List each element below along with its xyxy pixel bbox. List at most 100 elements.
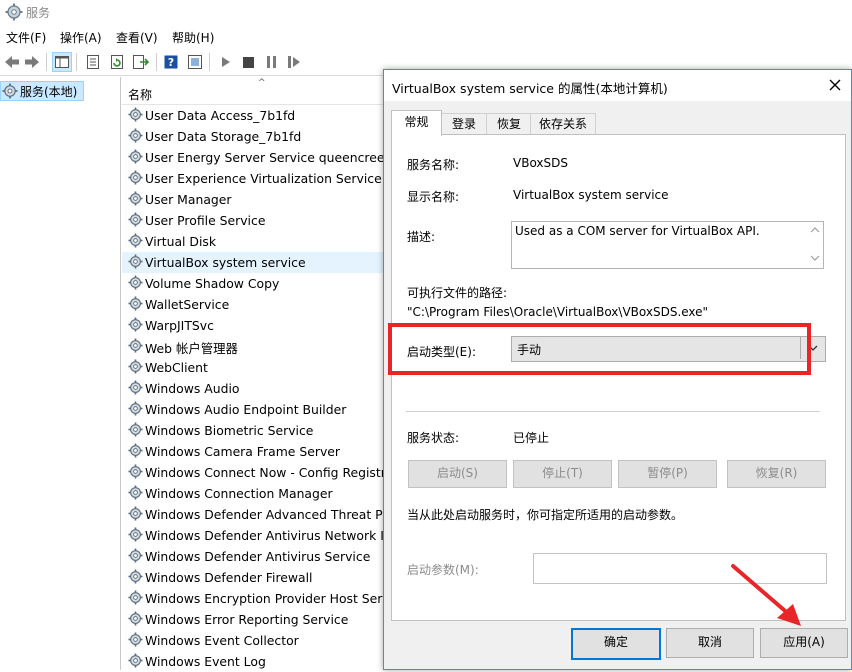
service-row[interactable]: Volume Shadow Copy bbox=[122, 273, 384, 294]
service-name: Windows Event Log bbox=[145, 654, 266, 669]
display-name-label: 显示名称: bbox=[407, 190, 460, 204]
service-row[interactable]: Windows Defender Firewall bbox=[122, 567, 384, 588]
service-gear-icon bbox=[128, 464, 143, 482]
service-row[interactable]: Windows Defender Antivirus Network Inspe… bbox=[122, 525, 384, 546]
service-gear-icon bbox=[128, 107, 143, 125]
service-row[interactable]: User Energy Server Service queencreek bbox=[122, 147, 384, 168]
service-name: Windows Audio Endpoint Builder bbox=[145, 402, 347, 417]
service-gear-icon bbox=[128, 611, 143, 629]
service-name-value: VBoxSDS bbox=[513, 156, 568, 170]
services-gear-icon bbox=[5, 3, 23, 21]
description-scrollbar[interactable] bbox=[807, 222, 823, 266]
service-row[interactable]: Windows Event Log bbox=[122, 651, 384, 672]
pause-icon[interactable] bbox=[261, 52, 281, 72]
startup-params-hint: 当从此处启动服务时，你可指定所适用的启动参数。 bbox=[407, 508, 684, 522]
menu-view[interactable]: 查看(V) bbox=[116, 29, 158, 46]
service-row[interactable]: Windows Audio Endpoint Builder bbox=[122, 399, 384, 420]
column-header-name[interactable]: ^ 名称 bbox=[122, 77, 384, 105]
service-row[interactable]: Windows Audio bbox=[122, 378, 384, 399]
service-row[interactable]: Windows Defender Antivirus Service bbox=[122, 546, 384, 567]
service-row[interactable]: Windows Error Reporting Service bbox=[122, 609, 384, 630]
service-gear-icon bbox=[128, 485, 143, 503]
panel-icon[interactable] bbox=[185, 52, 205, 72]
path-value: "C:\Program Files\Oracle\VirtualBox\VBox… bbox=[407, 305, 709, 319]
menu-action[interactable]: 操作(A) bbox=[60, 29, 102, 46]
service-row[interactable]: Windows Camera Frame Server bbox=[122, 441, 384, 462]
restart-icon[interactable] bbox=[284, 52, 304, 72]
highlight-box bbox=[388, 323, 811, 375]
service-row[interactable]: Web 帐户管理器 bbox=[122, 336, 384, 357]
service-gear-icon bbox=[128, 149, 143, 167]
service-name: Volume Shadow Copy bbox=[145, 276, 280, 291]
service-name: User Profile Service bbox=[145, 213, 266, 228]
service-row[interactable]: Windows Event Collector bbox=[122, 630, 384, 651]
service-status-value: 已停止 bbox=[513, 431, 550, 445]
tab-dependencies[interactable]: 依存关系 bbox=[530, 113, 596, 135]
dialog-title: VirtualBox system service 的属性(本地计算机) bbox=[392, 81, 668, 96]
close-icon[interactable] bbox=[825, 75, 845, 95]
service-row[interactable]: Virtual Disk bbox=[122, 231, 384, 252]
service-name: Windows Defender Advanced Threat Protect… bbox=[145, 507, 384, 522]
service-row[interactable]: WalletService bbox=[122, 294, 384, 315]
service-row[interactable]: Windows Connect Now - Config Registrar bbox=[122, 462, 384, 483]
svg-text:?: ? bbox=[168, 56, 174, 69]
cancel-button[interactable]: 取消 bbox=[666, 628, 754, 658]
service-gear-icon bbox=[128, 443, 143, 461]
menu-bar: 文件(F) 操作(A) 查看(V) 帮助(H) bbox=[0, 26, 852, 48]
service-row[interactable]: WebClient bbox=[122, 357, 384, 378]
ok-button[interactable]: 确定 bbox=[571, 628, 661, 660]
tab-general[interactable]: 常规 bbox=[391, 110, 442, 136]
service-name: WarpJITSvc bbox=[145, 318, 214, 333]
service-row[interactable]: Windows Biometric Service bbox=[122, 420, 384, 441]
window-title: 服务 bbox=[26, 6, 51, 20]
service-row[interactable]: User Experience Virtualization Service bbox=[122, 168, 384, 189]
stop-button[interactable]: 停止(T) bbox=[513, 460, 612, 488]
forward-icon[interactable] bbox=[22, 52, 42, 72]
service-name: Windows Defender Firewall bbox=[145, 570, 313, 585]
service-name: WebClient bbox=[145, 360, 208, 375]
play-icon[interactable] bbox=[216, 52, 236, 72]
service-gear-icon bbox=[128, 632, 143, 650]
service-name: Virtual Disk bbox=[145, 234, 217, 249]
service-row[interactable]: User Data Access_7b1fd bbox=[122, 105, 384, 126]
dialog-titlebar: VirtualBox system service 的属性(本地计算机) bbox=[384, 70, 851, 101]
export-icon[interactable] bbox=[131, 52, 151, 72]
show-tree-icon[interactable] bbox=[52, 52, 72, 72]
menu-file[interactable]: 文件(F) bbox=[6, 29, 46, 46]
help-icon[interactable]: ? bbox=[161, 52, 181, 72]
tab-recovery[interactable]: 恢复 bbox=[486, 113, 532, 135]
service-gear-icon bbox=[128, 359, 143, 377]
sort-ascending-icon: ^ bbox=[258, 78, 266, 88]
service-name: User Data Storage_7b1fd bbox=[145, 129, 302, 144]
description-box[interactable]: Used as a COM server for VirtualBox API. bbox=[511, 221, 824, 269]
menu-help[interactable]: 帮助(H) bbox=[172, 29, 214, 46]
service-row[interactable]: User Data Storage_7b1fd bbox=[122, 126, 384, 147]
apply-button[interactable]: 应用(A) bbox=[760, 628, 848, 658]
refresh-icon[interactable] bbox=[107, 52, 127, 72]
service-gear-icon bbox=[128, 422, 143, 440]
service-row[interactable]: WarpJITSvc bbox=[122, 315, 384, 336]
service-row[interactable]: Windows Connection Manager bbox=[122, 483, 384, 504]
service-gear-icon bbox=[128, 191, 143, 209]
resume-button[interactable]: 恢复(R) bbox=[727, 460, 826, 488]
service-row[interactable]: User Profile Service bbox=[122, 210, 384, 231]
service-row[interactable]: Windows Encryption Provider Host Service bbox=[122, 588, 384, 609]
service-gear-icon bbox=[128, 527, 143, 545]
tab-logon[interactable]: 登录 bbox=[440, 113, 488, 135]
service-row[interactable]: VirtualBox system service bbox=[122, 252, 384, 273]
service-gear-icon bbox=[128, 254, 143, 272]
stop-icon[interactable] bbox=[238, 52, 258, 72]
toolbar-separator bbox=[46, 53, 47, 71]
service-name: Windows Defender Antivirus Service bbox=[145, 549, 371, 564]
service-gear-icon bbox=[128, 653, 143, 671]
service-gear-icon bbox=[128, 296, 143, 314]
properties-icon[interactable] bbox=[83, 52, 103, 72]
pointer-arrow-icon bbox=[731, 564, 801, 626]
service-row[interactable]: Windows Defender Advanced Threat Protect… bbox=[122, 504, 384, 525]
service-row[interactable]: User Manager bbox=[122, 189, 384, 210]
pause-button[interactable]: 暂停(P) bbox=[618, 460, 717, 488]
back-icon[interactable] bbox=[2, 52, 22, 72]
gear-icon bbox=[2, 83, 18, 99]
service-gear-icon bbox=[128, 128, 143, 146]
start-button[interactable]: 启动(S) bbox=[408, 460, 507, 488]
